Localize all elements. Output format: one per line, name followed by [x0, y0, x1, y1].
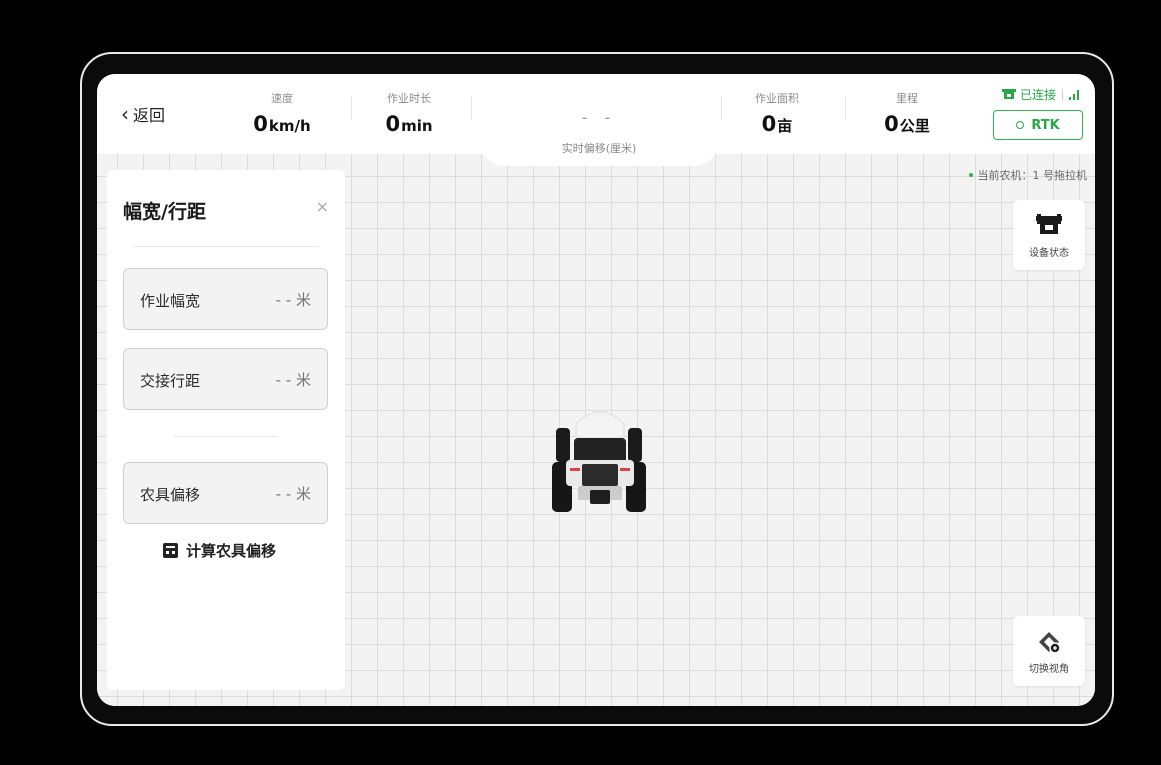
- work-width-value: - - 米: [275, 291, 311, 309]
- mileage-value: 0: [884, 112, 899, 136]
- speed-stat: 速度 0km/h: [242, 92, 322, 136]
- calculator-icon: [163, 543, 178, 558]
- divider: [173, 436, 277, 437]
- area-value: 0: [761, 112, 777, 136]
- offset-value: - -: [581, 108, 617, 127]
- tractor-icon[interactable]: [552, 404, 648, 522]
- duration-caption: 作业时长: [387, 92, 431, 105]
- implement-offset-value: - - 米: [275, 485, 311, 503]
- divider: [471, 96, 472, 120]
- implement-offset-label: 农具偏移: [140, 486, 201, 504]
- rtk-label: RTK: [1031, 117, 1060, 133]
- speed-value: 0: [253, 112, 268, 136]
- rtk-button[interactable]: RTK: [993, 110, 1083, 140]
- panel-title: 幅宽/行距: [123, 201, 206, 223]
- device-status-icon: [1036, 214, 1062, 234]
- work-duration-stat: 作业时长 0min: [369, 92, 449, 136]
- divider: [133, 246, 319, 247]
- connection-status: 已连接: [1001, 86, 1081, 103]
- divider: [721, 96, 722, 120]
- device-status-button[interactable]: 设备状态: [1013, 200, 1085, 270]
- app-screen: ‹ 返回 速度 0km/h 作业时长 0min 作业面积 0亩 里程 0公里 已…: [97, 74, 1095, 706]
- row-spacing-label: 交接行距: [140, 372, 201, 390]
- switch-view-button[interactable]: 切换视角: [1013, 616, 1085, 686]
- online-dot-icon: [968, 173, 973, 177]
- calculate-offset-label: 计算农具偏移: [186, 542, 277, 560]
- duration-unit: min: [401, 117, 433, 135]
- chevron-left-icon: ‹: [121, 102, 129, 126]
- switch-view-icon: [1039, 632, 1061, 654]
- row-spacing-field[interactable]: 交接行距 - - 米: [123, 348, 328, 410]
- close-icon[interactable]: ×: [316, 197, 329, 216]
- divider: [351, 96, 352, 120]
- device-icon: [1001, 89, 1016, 99]
- divider: [845, 96, 846, 120]
- mileage-unit: 公里: [899, 117, 930, 135]
- connection-label: 已连接: [1019, 88, 1056, 102]
- device-status-label: 设备状态: [1029, 248, 1069, 259]
- switch-view-label: 切换视角: [1029, 664, 1069, 675]
- current-machine: 当前农机：1 号拖拉机: [968, 167, 1088, 183]
- implement-offset-field[interactable]: 农具偏移 - - 米: [123, 462, 328, 524]
- duration-value: 0: [385, 112, 401, 136]
- back-button[interactable]: ‹ 返回: [121, 102, 165, 126]
- mileage-stat: 里程 0公里: [867, 92, 947, 136]
- calculate-offset-button[interactable]: 计算农具偏移: [163, 540, 276, 561]
- back-label: 返回: [133, 106, 166, 125]
- rtk-status-icon: [1016, 121, 1025, 129]
- divider: [1062, 88, 1063, 101]
- work-area-stat: 作业面积 0亩: [737, 92, 817, 136]
- work-width-label: 作业幅宽: [140, 292, 201, 310]
- area-unit: 亩: [777, 117, 793, 135]
- signal-icon: [1069, 89, 1079, 100]
- row-spacing-value: - - 米: [275, 371, 311, 389]
- current-machine-label: 当前农机：1 号拖拉机: [977, 169, 1088, 182]
- offset-caption: 实时偏移(厘米): [561, 142, 637, 155]
- area-caption: 作业面积: [755, 92, 799, 105]
- mileage-caption: 里程: [896, 92, 918, 105]
- speed-unit: km/h: [268, 117, 311, 135]
- work-width-field[interactable]: 作业幅宽 - - 米: [123, 268, 328, 330]
- width-spacing-panel: 幅宽/行距 × 作业幅宽 - - 米 交接行距 - - 米 农具偏移 - - 米…: [107, 170, 345, 690]
- realtime-offset-tab: - - 实时偏移(厘米): [479, 74, 719, 166]
- speed-caption: 速度: [271, 92, 293, 105]
